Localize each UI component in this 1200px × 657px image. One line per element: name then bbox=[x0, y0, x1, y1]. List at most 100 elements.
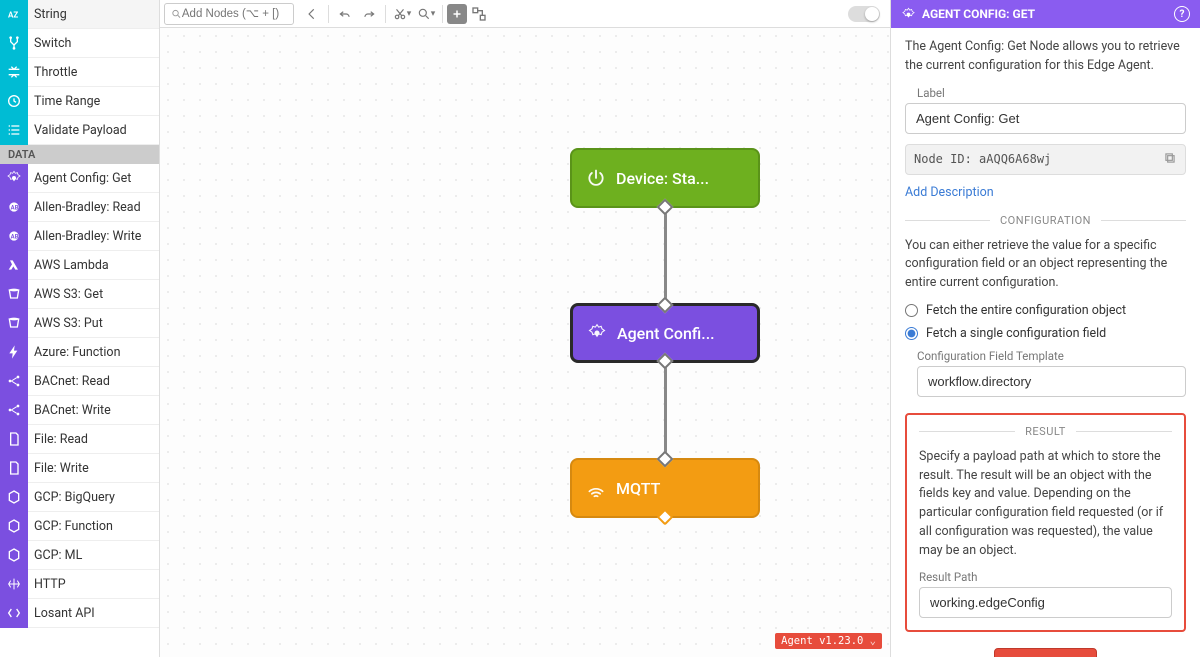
bolt-icon bbox=[0, 338, 28, 367]
result-path-input[interactable] bbox=[919, 587, 1172, 618]
panel-header: AGENT CONFIG: GET ? bbox=[891, 0, 1200, 28]
config-field-input[interactable] bbox=[917, 366, 1186, 397]
search-icon bbox=[171, 8, 182, 20]
palette-item-losant[interactable]: Losant API bbox=[0, 599, 159, 628]
palette-label: File: Write bbox=[28, 461, 89, 476]
palette-label: Losant API bbox=[28, 606, 95, 621]
clock-icon bbox=[0, 87, 28, 116]
radio-entire-config[interactable]: Fetch the entire configuration object bbox=[905, 303, 1186, 318]
radio-single-field[interactable]: Fetch a single configuration field bbox=[905, 326, 1186, 341]
config-field-caption: Configuration Field Template bbox=[917, 349, 1186, 363]
add-button[interactable] bbox=[447, 4, 467, 24]
bucket-icon bbox=[0, 280, 28, 309]
palette-item-validate[interactable]: Validate Payload bbox=[0, 116, 159, 145]
palette-item-http[interactable]: HTTP bbox=[0, 570, 159, 599]
api-icon bbox=[0, 599, 28, 628]
palette-item-switch[interactable]: Switch bbox=[0, 29, 159, 58]
workflow-node-device[interactable]: Device: Sta... bbox=[570, 148, 760, 208]
power-icon bbox=[586, 168, 606, 188]
checklist-icon bbox=[0, 116, 28, 145]
delete-node-button[interactable]: Delete Node bbox=[994, 648, 1096, 657]
panel-title: AGENT CONFIG: GET bbox=[922, 7, 1035, 21]
edge bbox=[664, 362, 667, 456]
net-icon bbox=[0, 396, 28, 425]
palette-item-s3put[interactable]: AWS S3: Put bbox=[0, 309, 159, 338]
bucket-icon bbox=[0, 309, 28, 338]
palette-item-bacnet-read[interactable]: BACnet: Read bbox=[0, 367, 159, 396]
output-port[interactable] bbox=[657, 509, 674, 526]
workflow-button[interactable] bbox=[467, 2, 491, 26]
gear-icon bbox=[587, 323, 607, 343]
redo-button[interactable] bbox=[357, 2, 381, 26]
edge bbox=[664, 206, 667, 300]
palette-item-ab-read[interactable]: AB Allen-Bradley: Read bbox=[0, 193, 159, 222]
gear-icon bbox=[0, 164, 28, 193]
node-palette: AZ String Switch Throttle Time Range Val… bbox=[0, 0, 160, 657]
palette-item-s3get[interactable]: AWS S3: Get bbox=[0, 280, 159, 309]
workflow-canvas[interactable]: Device: Sta... Agent Confi... MQTT Agent… bbox=[160, 28, 890, 657]
node-label: MQTT bbox=[616, 479, 660, 498]
ab-icon: AB bbox=[0, 222, 28, 251]
palette-item-throttle[interactable]: Throttle bbox=[0, 58, 159, 87]
palette-item-ab-write[interactable]: AB Allen-Bradley: Write bbox=[0, 222, 159, 251]
search-input[interactable] bbox=[182, 8, 287, 20]
compress-icon bbox=[0, 58, 28, 87]
wifi-icon bbox=[586, 478, 606, 498]
palette-label: Agent Config: Get bbox=[28, 171, 131, 186]
zoom-button[interactable]: ▾ bbox=[414, 2, 438, 26]
palette-item-timerange[interactable]: Time Range bbox=[0, 87, 159, 116]
palette-item-filewrite[interactable]: File: Write bbox=[0, 454, 159, 483]
palette-label: HTTP bbox=[28, 577, 66, 592]
copy-icon[interactable] bbox=[1163, 151, 1177, 168]
palette-item-gcpml[interactable]: GCP: ML bbox=[0, 541, 159, 570]
hex-icon bbox=[0, 541, 28, 570]
palette-label: GCP: ML bbox=[28, 548, 82, 563]
palette-label: AWS S3: Get bbox=[28, 287, 103, 302]
label-input[interactable] bbox=[905, 103, 1186, 134]
palette-label: AWS Lambda bbox=[28, 258, 109, 273]
result-intro: Specify a payload path at which to store… bbox=[919, 448, 1172, 561]
help-button[interactable]: ? bbox=[1174, 6, 1190, 22]
workflow-node-agentconfig[interactable]: Agent Confi... bbox=[570, 303, 760, 363]
input-port[interactable] bbox=[657, 297, 674, 314]
palette-item-fileread[interactable]: File: Read bbox=[0, 425, 159, 454]
palette-label: Validate Payload bbox=[28, 123, 127, 138]
http-icon bbox=[0, 570, 28, 599]
back-button[interactable] bbox=[300, 2, 324, 26]
svg-text:AB: AB bbox=[11, 234, 19, 241]
output-port[interactable] bbox=[657, 353, 674, 370]
output-port[interactable] bbox=[657, 199, 674, 216]
palette-label: Azure: Function bbox=[28, 345, 120, 360]
gear-icon bbox=[901, 7, 916, 22]
palette-label: Allen-Bradley: Read bbox=[28, 200, 141, 215]
panel-intro: The Agent Config: Get Node allows you to… bbox=[905, 38, 1186, 76]
svg-text:AZ: AZ bbox=[8, 10, 18, 19]
ab-icon: AB bbox=[0, 193, 28, 222]
palette-item-bigquery[interactable]: GCP: BigQuery bbox=[0, 483, 159, 512]
search-input-wrapper[interactable] bbox=[164, 3, 294, 25]
palette-item-lambda[interactable]: AWS Lambda bbox=[0, 251, 159, 280]
node-label: Agent Confi... bbox=[617, 324, 715, 343]
palette-item-azure[interactable]: Azure: Function bbox=[0, 338, 159, 367]
palette-item-gcpfn[interactable]: GCP: Function bbox=[0, 512, 159, 541]
result-section-divider: RESULT bbox=[919, 425, 1172, 438]
palette-item-bacnet-write[interactable]: BACnet: Write bbox=[0, 396, 159, 425]
palette-item-agentconfig[interactable]: Agent Config: Get bbox=[0, 164, 159, 193]
palette-label: BACnet: Read bbox=[28, 374, 110, 389]
cut-button[interactable]: ▾ bbox=[390, 2, 414, 26]
add-description-link[interactable]: Add Description bbox=[905, 185, 994, 200]
undo-button[interactable] bbox=[333, 2, 357, 26]
toolbar: ▾ ▾ bbox=[160, 0, 890, 28]
palette-item-string[interactable]: AZ String bbox=[0, 0, 159, 29]
palette-label: String bbox=[28, 7, 67, 22]
result-section: RESULT Specify a payload path at which t… bbox=[905, 413, 1186, 633]
input-port[interactable] bbox=[657, 451, 674, 468]
palette-label: Allen-Bradley: Write bbox=[28, 229, 141, 244]
result-path-caption: Result Path bbox=[919, 570, 1172, 584]
workflow-node-mqtt[interactable]: MQTT bbox=[570, 458, 760, 518]
palette-label: Time Range bbox=[28, 94, 100, 109]
config-intro: You can either retrieve the value for a … bbox=[905, 237, 1186, 293]
minimap-toggle[interactable] bbox=[848, 6, 880, 22]
config-panel: AGENT CONFIG: GET ? The Agent Config: Ge… bbox=[890, 0, 1200, 657]
file-icon bbox=[0, 425, 28, 454]
